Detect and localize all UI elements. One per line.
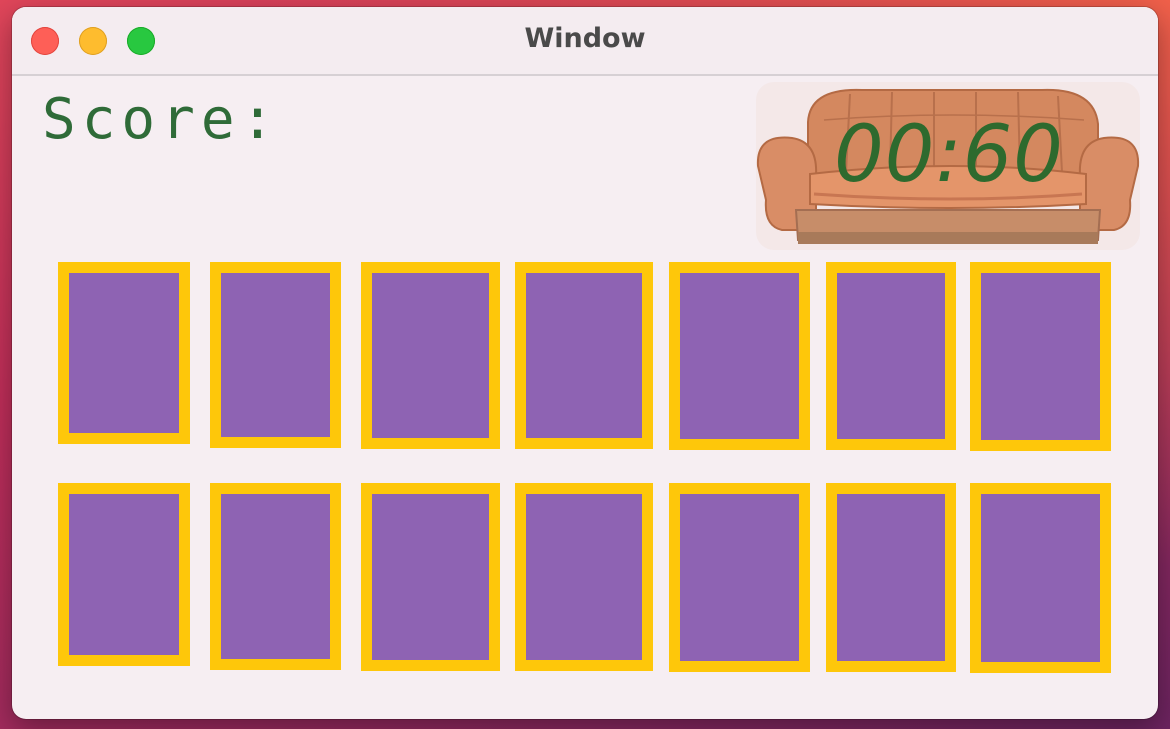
memory-card[interactable] bbox=[515, 262, 653, 449]
memory-card[interactable] bbox=[361, 262, 500, 449]
memory-card[interactable] bbox=[669, 262, 810, 450]
countdown-timer: 00:60 bbox=[834, 110, 1064, 200]
memory-card[interactable] bbox=[515, 483, 653, 671]
memory-card[interactable] bbox=[970, 483, 1111, 673]
game-area: Score: 00:60 bbox=[12, 76, 1158, 719]
memory-card[interactable] bbox=[970, 262, 1111, 451]
memory-card[interactable] bbox=[361, 483, 500, 671]
memory-card[interactable] bbox=[58, 262, 190, 444]
memory-card[interactable] bbox=[210, 262, 341, 448]
score-label: Score: bbox=[42, 87, 281, 152]
memory-card[interactable] bbox=[826, 262, 956, 450]
memory-card[interactable] bbox=[58, 483, 190, 666]
memory-card[interactable] bbox=[669, 483, 810, 672]
memory-card[interactable] bbox=[210, 483, 341, 670]
window-title: Window bbox=[524, 23, 646, 54]
app-window: Window Score: 00:60 bbox=[12, 7, 1158, 719]
title-bar[interactable]: Window bbox=[12, 7, 1158, 76]
memory-card[interactable] bbox=[826, 483, 956, 672]
